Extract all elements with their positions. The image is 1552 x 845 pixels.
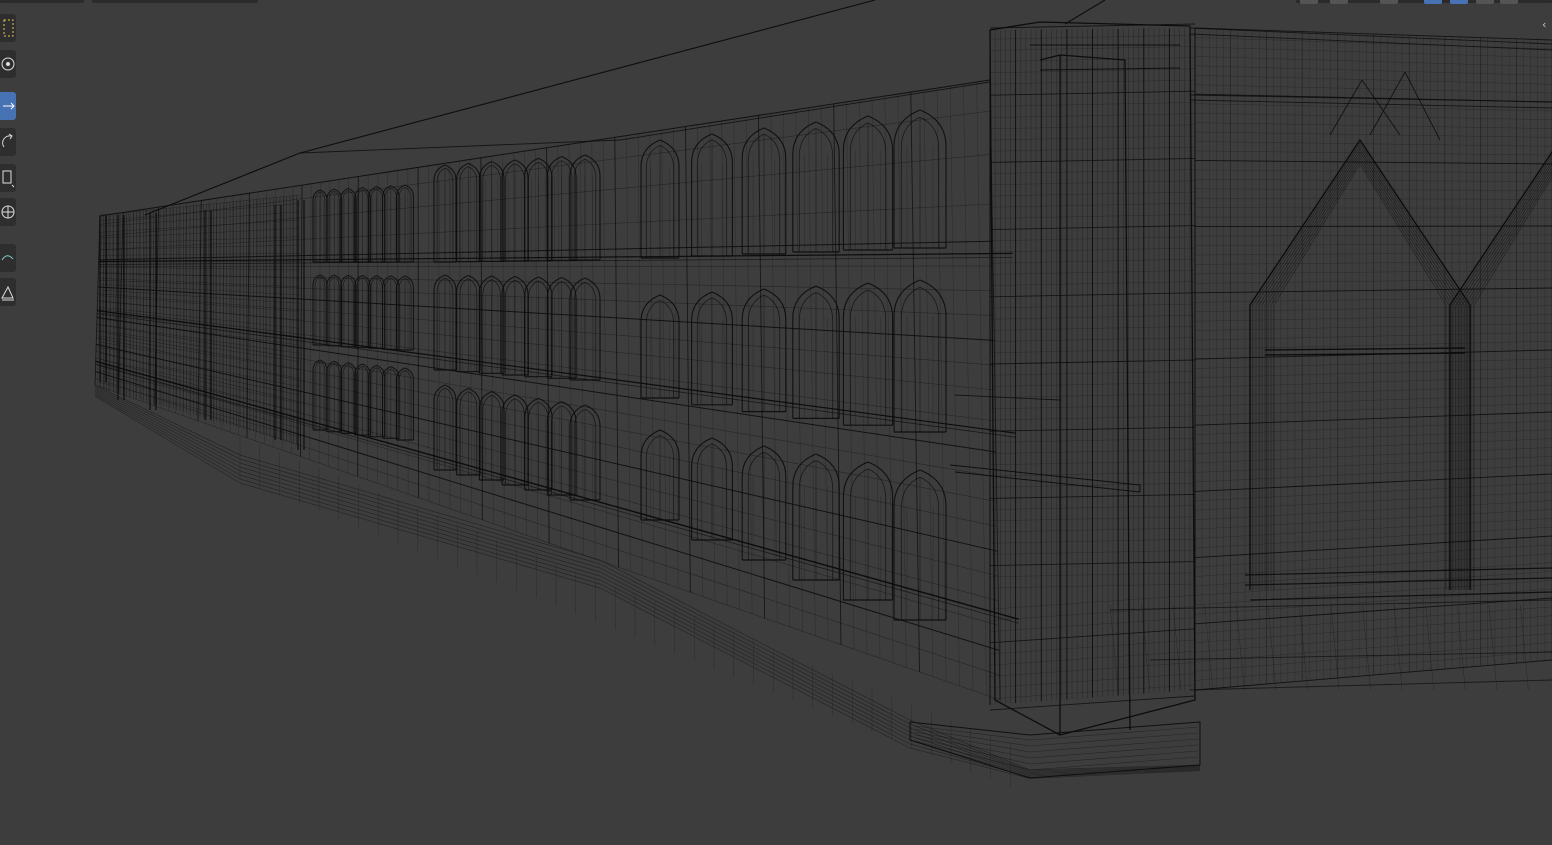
rotate-icon	[2, 133, 13, 148]
gizmo-button[interactable]	[1380, 0, 1398, 4]
building-wireframe	[94, 0, 1552, 788]
scale-icon	[2, 170, 15, 188]
tool-cursor-button[interactable]	[0, 50, 16, 78]
wireframe-scene[interactable]	[0, 0, 1552, 845]
tool-annotate-button[interactable]	[0, 244, 16, 272]
3d-viewport[interactable]: ‹	[0, 0, 1552, 845]
measure-icon	[1, 285, 14, 301]
overlay-button[interactable]	[1330, 0, 1348, 4]
header-left-strip	[0, 0, 84, 3]
tool-rotate-button[interactable]	[0, 128, 16, 156]
header-menu-strip	[92, 0, 258, 3]
tool-select-box-button[interactable]	[0, 14, 16, 42]
solid-shading-button[interactable]	[1450, 0, 1468, 4]
collapse-sidebar-icon[interactable]: ‹	[1542, 18, 1550, 32]
rendered-shading-button[interactable]	[1500, 0, 1518, 4]
tool-transform-button[interactable]	[0, 198, 16, 226]
move-icon	[3, 102, 15, 110]
annotate-icon	[1, 255, 14, 261]
select-box-icon	[3, 19, 14, 37]
cursor-icon	[1, 57, 15, 71]
tool-move-button[interactable]	[0, 92, 16, 120]
wireframe-shading-button[interactable]	[1424, 0, 1442, 4]
material-shading-button[interactable]	[1476, 0, 1494, 4]
transform-icon	[1, 205, 15, 219]
tool-scale-button[interactable]	[0, 164, 16, 192]
view-button[interactable]	[1300, 0, 1318, 4]
tool-measure-button[interactable]	[0, 278, 16, 306]
